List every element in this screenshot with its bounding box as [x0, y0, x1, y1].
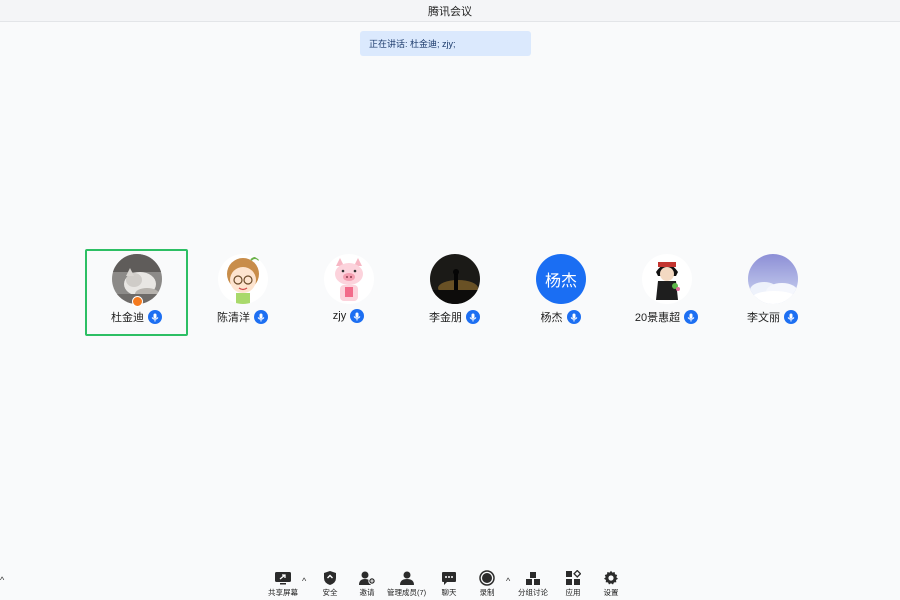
- breakout-rooms-icon: [523, 569, 543, 587]
- add-person-icon: [357, 569, 377, 587]
- apps-grid-icon: [563, 569, 583, 587]
- meeting-toolbar: 共享屏幕 ^ 安全 邀请 管理成员(7) 聊天 录制 ^ 分组讨论 应用 设置: [0, 566, 900, 600]
- apps-button[interactable]: 应用: [563, 569, 583, 598]
- mic-icon[interactable]: [350, 309, 365, 323]
- shield-icon: [320, 569, 340, 587]
- participant-tile[interactable]: 陈清洋: [191, 249, 294, 336]
- anime-figure-avatar: [642, 254, 692, 304]
- share-options-caret-icon[interactable]: ^: [302, 576, 306, 586]
- mic-icon[interactable]: [148, 310, 162, 324]
- security-button[interactable]: 安全: [320, 569, 340, 598]
- host-badge-icon: [132, 296, 143, 307]
- invite-label: 邀请: [359, 588, 375, 597]
- participant-name: 20景惠超: [634, 312, 681, 324]
- chat-label: 聊天: [441, 588, 457, 597]
- members-icon: [397, 569, 417, 587]
- pink-pig-avatar: [324, 254, 374, 304]
- chat-bubble-icon: [439, 569, 459, 587]
- mic-icon[interactable]: [784, 310, 798, 324]
- title-bar: 腾讯会议: [0, 0, 900, 22]
- participant-tile[interactable]: 杜金迪: [85, 249, 188, 336]
- mic-icon[interactable]: [566, 310, 581, 324]
- speaking-indicator: 正在讲话: 杜金迪; zjy;: [360, 31, 531, 56]
- share-screen-label: 共享屏幕: [268, 588, 298, 597]
- breakout-label: 分组讨论: [518, 588, 548, 597]
- record-icon: [477, 569, 497, 587]
- gear-icon: [601, 569, 621, 587]
- cartoon-girl-avatar: [218, 254, 268, 304]
- sky-clouds-avatar: [748, 254, 798, 304]
- share-screen-button[interactable]: 共享屏幕: [268, 569, 298, 598]
- participant-name-row: zjy: [299, 309, 398, 323]
- security-label: 安全: [322, 588, 338, 597]
- record-options-caret-icon[interactable]: ^: [506, 576, 510, 586]
- record-label: 录制: [479, 588, 495, 597]
- manage-members-button[interactable]: 管理成员(7): [387, 569, 426, 598]
- settings-label: 设置: [603, 588, 619, 597]
- speaking-text: 正在讲话: 杜金迪; zjy;: [369, 39, 456, 49]
- settings-button[interactable]: 设置: [601, 569, 621, 598]
- participant-name-row: 杨杰: [511, 309, 610, 325]
- breakout-button[interactable]: 分组讨论: [518, 569, 548, 598]
- participant-name-row: 李文丽: [723, 309, 822, 325]
- participant-name: 陈清洋: [217, 312, 250, 324]
- participant-name: zjy: [332, 310, 347, 322]
- participant-tile[interactable]: zjy: [297, 249, 400, 336]
- manage-members-label: 管理成员(7): [387, 588, 427, 597]
- participant-name-row: 杜金迪: [87, 309, 186, 325]
- participant-tile[interactable]: 李金朋: [403, 249, 506, 336]
- participant-name: 李金朋: [429, 312, 462, 324]
- share-screen-icon: [273, 569, 293, 587]
- participant-name: 杜金迪: [111, 312, 144, 324]
- dark-sunset-avatar: [430, 254, 480, 304]
- participant-tile[interactable]: 杨杰 杨杰: [509, 249, 612, 336]
- apps-label: 应用: [565, 588, 581, 597]
- mic-icon[interactable]: [684, 310, 699, 324]
- mic-icon[interactable]: [466, 310, 480, 324]
- participant-name-row: 陈清洋: [193, 309, 292, 325]
- initials-avatar: 杨杰: [536, 254, 586, 304]
- participant-name: 李文丽: [747, 312, 780, 324]
- record-button[interactable]: 录制: [477, 569, 497, 598]
- mic-icon[interactable]: [254, 310, 268, 324]
- participant-name-row: 李金朋: [405, 309, 504, 325]
- participant-tile[interactable]: 李文丽: [721, 249, 824, 336]
- participant-name-row: 20景惠超: [617, 309, 716, 325]
- window-title: 腾讯会议: [428, 5, 472, 18]
- participant-name: 杨杰: [540, 312, 563, 324]
- participant-tile[interactable]: 20景惠超: [615, 249, 718, 336]
- invite-button[interactable]: 邀请: [357, 569, 377, 598]
- avatar-initials: 杨杰: [544, 273, 577, 290]
- chat-button[interactable]: 聊天: [439, 569, 459, 598]
